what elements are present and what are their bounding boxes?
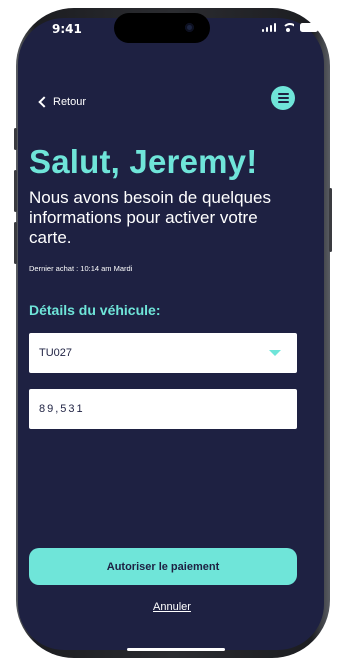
status-time: 9:41 [52,22,82,36]
wifi-icon [282,22,294,32]
odometer-input[interactable]: 89,531 [29,389,297,429]
battery-icon [300,23,321,32]
menu-icon [277,92,289,95]
vehicle-select[interactable]: TU027 [29,333,297,373]
power-button [329,188,332,252]
back-label: Retour [53,96,87,108]
section-title: Détails du véhicule: [29,302,161,318]
cancel-link[interactable]: Annuler [0,601,344,613]
menu-button[interactable] [271,86,295,110]
intro-text: Nous avons besoin de quelques informatio… [29,188,271,247]
volume-down-button [14,222,17,264]
vehicle-select-value: TU027 [39,347,73,359]
action-button [14,128,17,150]
back-chevron-icon [38,96,50,108]
back-button[interactable]: Retour [37,96,86,108]
last-purchase-text: Dernier achat : 10:14 am Mardi [29,264,133,273]
dropdown-caret-icon [269,350,281,356]
home-indicator [127,648,225,651]
odometer-value: 89,531 [39,403,85,415]
greeting-title: Salut, Jeremy! [29,143,258,180]
camera-icon [185,23,194,32]
authorize-payment-button[interactable]: Autoriser le paiement [29,548,297,585]
status-icons [261,22,321,32]
signal-icon [261,22,276,32]
dynamic-island [114,13,210,43]
volume-up-button [14,170,17,212]
